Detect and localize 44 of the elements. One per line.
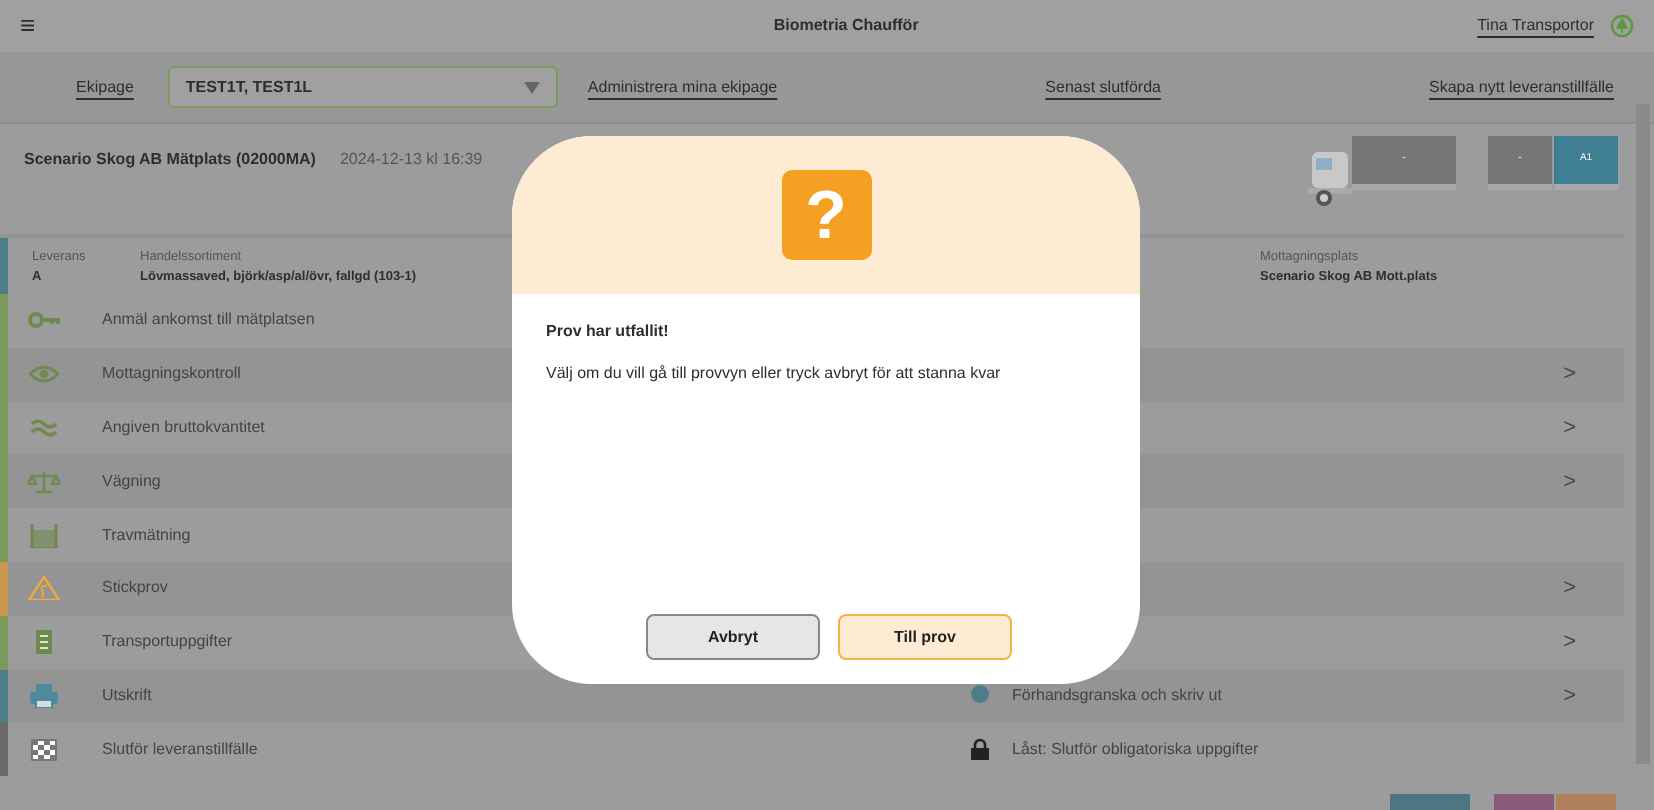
nav-link[interactable]: Administrera mina ekipage xyxy=(587,75,778,99)
step-status: Låst: Slutför obligatoriska uppgifter xyxy=(1012,737,1259,762)
confirm-button[interactable]: Till prov xyxy=(838,614,1012,660)
chevron[interactable]: > xyxy=(1563,679,1576,713)
ekipage-link[interactable]: Ekipage xyxy=(76,75,134,99)
step-label[interactable]: Vägning xyxy=(102,471,161,490)
checkered-flag-icon xyxy=(28,737,60,762)
nav-link[interactable]: Skapa nytt leveranstillfälle xyxy=(1428,75,1614,99)
chevron[interactable]: > xyxy=(1563,572,1576,606)
tree-icon xyxy=(1610,14,1634,38)
eye-icon xyxy=(28,362,60,387)
chevron[interactable]: > xyxy=(1563,625,1576,659)
step-label[interactable]: Anmäl ankomst till mätplatsen xyxy=(102,310,315,329)
step-label[interactable]: Stickprov xyxy=(102,578,168,597)
menu-icon[interactable]: ≡ xyxy=(20,6,36,46)
ekipage-select[interactable]: TEST1T, TEST1L xyxy=(167,66,558,108)
step-label[interactable]: Travmätning xyxy=(102,525,191,544)
rack-icon xyxy=(28,523,60,548)
key-icon xyxy=(28,308,60,333)
scale-icon xyxy=(28,469,60,494)
timestamp: 2024-12-13 kl 16:39 xyxy=(339,148,483,172)
lock-icon xyxy=(970,738,990,761)
step-label[interactable]: Utskrift xyxy=(102,685,152,704)
chevron[interactable]: > xyxy=(1563,357,1576,391)
user-link[interactable]: Tina Transportor xyxy=(1477,14,1594,38)
cancel-button[interactable]: Avbryt xyxy=(646,614,820,660)
site-name: Scenario Skog AB Mätplats (02000MA) xyxy=(24,148,316,172)
step-status: Förhandsgranska och skriv ut xyxy=(1012,683,1222,708)
app-title: Biometria Chaufför xyxy=(771,14,921,38)
chevron[interactable]: > xyxy=(1563,465,1576,499)
step-label[interactable]: Angiven bruttokvantitet xyxy=(102,417,265,436)
chevron[interactable]: > xyxy=(1563,411,1576,445)
caret-icon xyxy=(523,81,540,93)
step-label[interactable]: Transportuppgifter xyxy=(102,632,233,651)
dialog-title: Prov har utfallit! xyxy=(546,320,671,344)
nav-link[interactable]: Senast slutförda xyxy=(1045,75,1161,99)
question-icon: ? xyxy=(781,170,871,260)
step-label[interactable]: Mottagningskontroll xyxy=(102,364,241,383)
dialog-message: Välj om du vill gå till provvyn eller tryck avbryt för att stanna kvar xyxy=(546,362,1003,386)
wave-icon xyxy=(28,415,60,440)
step-label[interactable]: Slutför leveranstillfälle xyxy=(102,739,258,758)
status-dot-icon xyxy=(970,684,990,707)
printer-icon xyxy=(28,683,60,708)
warning-icon xyxy=(28,576,60,601)
